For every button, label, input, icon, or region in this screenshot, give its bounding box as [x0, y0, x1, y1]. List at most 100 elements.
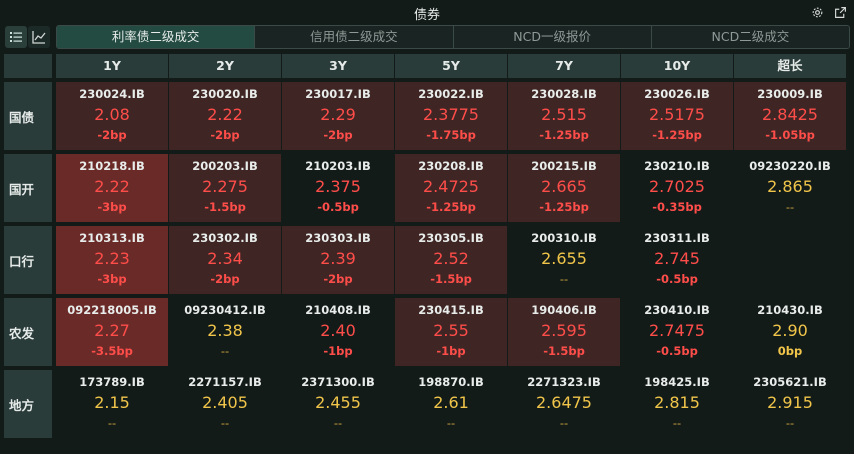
bond-code: 210430.IB	[757, 303, 823, 317]
gear-icon[interactable]	[809, 4, 825, 20]
bond-cell[interactable]: 230020.IB 2.22 -2bp	[169, 82, 281, 150]
bond-cell[interactable]: 2271157.IB 2.405 --	[169, 370, 281, 438]
tab-3[interactable]: NCD二级成交	[651, 26, 849, 48]
yield-change: -2bp	[323, 128, 353, 142]
bond-cell[interactable]: 2271323.IB 2.6475 --	[508, 370, 620, 438]
yield-value: 2.515	[541, 105, 587, 124]
corner-cell	[4, 54, 52, 78]
bond-code: 190406.IB	[531, 303, 597, 317]
bond-cell[interactable]: 230311.IB 2.745 -0.5bp	[621, 226, 733, 294]
bond-cell[interactable]: 190406.IB 2.595 -1.5bp	[508, 298, 620, 366]
bond-cell[interactable]: 09230412.IB 2.38 --	[169, 298, 281, 366]
yield-value: 2.08	[94, 105, 130, 124]
yield-change: --	[220, 416, 230, 430]
bond-code: 200203.IB	[192, 159, 258, 173]
bond-cell[interactable]: 230415.IB 2.55 -1bp	[395, 298, 507, 366]
bond-cell[interactable]: 173789.IB 2.15 --	[56, 370, 168, 438]
yield-value: 2.38	[207, 321, 243, 340]
bond-cell[interactable]: 210408.IB 2.40 -1bp	[282, 298, 394, 366]
yield-change: -0.5bp	[656, 344, 698, 358]
bond-code: 230305.IB	[418, 231, 484, 245]
row-header: 国开	[4, 154, 52, 222]
row-header: 口行	[4, 226, 52, 294]
bond-code: 210203.IB	[305, 159, 371, 173]
bond-cell[interactable]: 230410.IB 2.7475 -0.5bp	[621, 298, 733, 366]
chart-view-button[interactable]	[28, 26, 50, 48]
tab-0[interactable]: 利率债二级成交	[57, 26, 256, 48]
bond-code: 230302.IB	[192, 231, 258, 245]
yield-change: -3bp	[97, 272, 127, 286]
bond-code: 09230220.IB	[749, 159, 831, 173]
yield-value: 2.405	[202, 393, 248, 412]
yield-change: -1.25bp	[539, 200, 589, 214]
column-header[interactable]: 10Y	[621, 54, 733, 78]
yield-value: 2.665	[541, 177, 587, 196]
bond-cell[interactable]: 2305621.IB 2.915 --	[734, 370, 846, 438]
yield-value: 2.3775	[423, 105, 479, 124]
yield-value: 2.7475	[649, 321, 705, 340]
yield-change: -1.5bp	[204, 200, 246, 214]
bond-code: 230024.IB	[79, 87, 145, 101]
bond-cell[interactable]: 230028.IB 2.515 -1.25bp	[508, 82, 620, 150]
yield-change: -1.5bp	[430, 272, 472, 286]
tab-1[interactable]: 信用债二级成交	[255, 26, 454, 48]
bond-cell[interactable]: 230305.IB 2.52 -1.5bp	[395, 226, 507, 294]
bond-cell[interactable]: 198425.IB 2.815 --	[621, 370, 733, 438]
yield-change: -2bp	[323, 272, 353, 286]
bond-cell[interactable]: 210218.IB 2.22 -3bp	[56, 154, 168, 222]
column-header[interactable]: 1Y	[56, 54, 168, 78]
bond-code: 230311.IB	[644, 231, 710, 245]
bond-cell[interactable]: 210430.IB 2.90 0bp	[734, 298, 846, 366]
yield-change: 0bp	[777, 344, 803, 358]
yield-value: 2.7025	[649, 177, 705, 196]
yield-change: -0.5bp	[656, 272, 698, 286]
column-header[interactable]: 3Y	[282, 54, 394, 78]
column-header[interactable]: 5Y	[395, 54, 507, 78]
yield-change: -3bp	[97, 200, 127, 214]
yield-change: -1.75bp	[426, 128, 476, 142]
bond-cell[interactable]: 230009.IB 2.8425 -1.05bp	[734, 82, 846, 150]
yield-value: 2.29	[320, 105, 356, 124]
yield-value: 2.375	[315, 177, 361, 196]
yield-change: -1.25bp	[539, 128, 589, 142]
bond-code: 200215.IB	[531, 159, 597, 173]
bond-cell[interactable]: 230210.IB 2.7025 -0.35bp	[621, 154, 733, 222]
bond-cell[interactable]: 230208.IB 2.4725 -1.25bp	[395, 154, 507, 222]
list-view-button[interactable]	[5, 26, 27, 48]
yield-value: 2.4725	[423, 177, 479, 196]
bond-cell[interactable]: 200203.IB 2.275 -1.5bp	[169, 154, 281, 222]
yield-change: --	[785, 416, 795, 430]
yield-value: 2.6475	[536, 393, 592, 412]
bond-code: 2305621.IB	[753, 375, 827, 389]
yield-value: 2.55	[433, 321, 469, 340]
yield-value: 2.23	[94, 249, 130, 268]
popout-icon[interactable]	[832, 4, 848, 20]
yield-value: 2.22	[207, 105, 243, 124]
bond-cell[interactable]: 230022.IB 2.3775 -1.75bp	[395, 82, 507, 150]
yield-change: -1.05bp	[765, 128, 815, 142]
bond-cell[interactable]: 230026.IB 2.5175 -1.25bp	[621, 82, 733, 150]
yield-value: 2.40	[320, 321, 356, 340]
tab-bar: 利率债二级成交 信用债二级成交 NCD一级报价 NCD二级成交	[56, 25, 850, 49]
bond-cell[interactable]: 200310.IB 2.655 --	[508, 226, 620, 294]
column-header[interactable]: 2Y	[169, 54, 281, 78]
bond-cell[interactable]: 230024.IB 2.08 -2bp	[56, 82, 168, 150]
bond-cell[interactable]: 09230220.IB 2.865 --	[734, 154, 846, 222]
bond-cell[interactable]: 230017.IB 2.29 -2bp	[282, 82, 394, 150]
bond-cell[interactable]: 200215.IB 2.665 -1.25bp	[508, 154, 620, 222]
bond-cell[interactable]: 2371300.IB 2.455 --	[282, 370, 394, 438]
yield-change: -1.25bp	[426, 200, 476, 214]
column-header[interactable]: 超长	[734, 54, 846, 78]
bond-cell[interactable]: 210313.IB 2.23 -3bp	[56, 226, 168, 294]
yield-change: -1.25bp	[652, 128, 702, 142]
bond-cell[interactable]: 230302.IB 2.34 -2bp	[169, 226, 281, 294]
bond-cell[interactable]: 210203.IB 2.375 -0.5bp	[282, 154, 394, 222]
yield-change: --	[333, 416, 343, 430]
bond-code: 210218.IB	[79, 159, 145, 173]
bond-cell[interactable]: 198870.IB 2.61 --	[395, 370, 507, 438]
tab-2[interactable]: NCD一级报价	[453, 26, 652, 48]
bond-cell[interactable]: 230303.IB 2.39 -2bp	[282, 226, 394, 294]
bond-cell[interactable]: 092218005.IB 2.27 -3.5bp	[56, 298, 168, 366]
window-title: 债券	[413, 8, 440, 23]
column-header[interactable]: 7Y	[508, 54, 620, 78]
